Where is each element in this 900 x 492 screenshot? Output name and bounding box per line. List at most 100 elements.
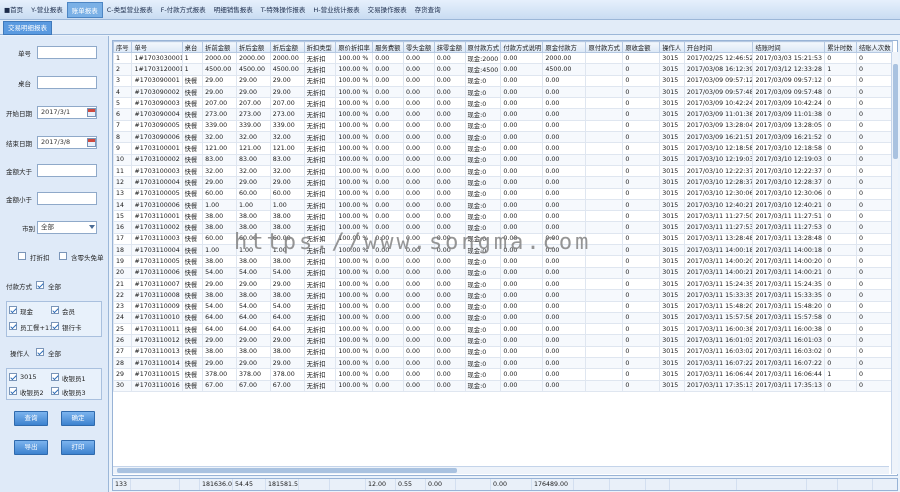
table-row[interactable]: 16 #1703110002 快餐 38.00 38.00 38.00 无折扣 100.00 …: [113, 221, 893, 234]
menu-item[interactable]: C-类型营业报表: [103, 2, 157, 18]
operator-all-checkbox[interactable]: [36, 348, 44, 356]
scroll-thumb[interactable]: [893, 64, 898, 159]
table-row[interactable]: 20 #1703110006 快餐 54.00 54.00 54.00 无折扣 100.00 …: [113, 266, 893, 279]
pay-option-checkbox[interactable]: [51, 306, 59, 314]
menu-item[interactable]: 交易操作报表: [364, 2, 411, 18]
vertical-scrollbar[interactable]: [891, 52, 898, 474]
table-row[interactable]: 27 #1703110013 快餐 38.00 38.00 38.00 无折扣 100.00 …: [113, 345, 893, 359]
print-button[interactable]: 打印: [61, 440, 95, 455]
end-date-input[interactable]: 2017/3/8: [37, 136, 97, 149]
column-header[interactable]: 付款方式说明: [500, 41, 544, 53]
column-header[interactable]: 原价折扣率: [335, 41, 374, 53]
horizontal-scrollbar[interactable]: [113, 466, 889, 474]
column-header[interactable]: 原收金额: [622, 41, 661, 53]
table-row[interactable]: 2 1#1703120001 1 4500.00 4500.00 4500.00 无折扣 10…: [113, 63, 893, 76]
column-header[interactable]: 序号: [113, 41, 133, 53]
table-row[interactable]: 11 #1703100003 快餐 32.00 32.00 32.00 无折扣 100.00 …: [113, 164, 893, 178]
table-row[interactable]: 15 #1703110001 快餐 38.00 38.00 38.00 无折扣 100.00 …: [113, 210, 893, 223]
table-row[interactable]: 8 #1703090006 快餐 32.00 32.00 32.00 无折扣 100.00 %…: [113, 131, 893, 144]
table-row[interactable]: 25 #1703110011 快餐 64.00 64.00 64.00 无折扣 100.00 …: [113, 323, 893, 336]
table-row[interactable]: 22 #1703110008 快餐 38.00 38.00 38.00 无折扣 100.00 …: [113, 289, 893, 302]
table-cell: 快餐: [181, 300, 204, 313]
table-cell: 0.00: [403, 142, 435, 155]
table-no-input[interactable]: [37, 76, 97, 89]
table-row[interactable]: 24 #1703110010 快餐 64.00 64.00 64.00 无折扣 100.00 …: [113, 311, 893, 325]
menu-item[interactable]: ■首页: [0, 2, 27, 18]
column-header[interactable]: 累计时数: [824, 41, 857, 53]
table-row[interactable]: 18 #1703110004 快餐 1.00 1.00 1.00 无折扣 100.00 % 0.…: [113, 244, 893, 257]
table-row[interactable]: 4 #1703090002 快餐 29.00 29.00 29.00 无折扣 100.00 %…: [113, 85, 893, 99]
menu-item[interactable]: T-特殊操作报表: [257, 2, 310, 18]
pay-option-label: 银行卡: [62, 324, 82, 332]
table-row[interactable]: 17 #1703110003 快餐 60.00 60.00 60.00 无折扣 100.00 …: [113, 232, 893, 246]
menu-item[interactable]: 明细销售报表: [210, 2, 257, 18]
menu-item[interactable]: Y-营业报表: [27, 2, 67, 18]
column-header[interactable]: 开台时间: [683, 41, 754, 53]
column-header[interactable]: 桌台: [181, 41, 204, 53]
table-row[interactable]: 12 #1703100004 快餐 29.00 29.00 29.00 无折扣 100.00 …: [113, 176, 893, 189]
amount-max-input[interactable]: [37, 192, 97, 205]
table-row[interactable]: 1 1#1703030001 1 2000.00 2000.00 2000.00 无折扣 10…: [113, 51, 893, 65]
table-row[interactable]: 7 #1703090005 快餐 339.00 339.00 339.00 无折扣 100.0…: [113, 119, 893, 133]
export-button[interactable]: 导出: [14, 440, 48, 455]
menu-item[interactable]: 存货查询: [411, 2, 445, 18]
free-checkbox[interactable]: [59, 252, 67, 260]
table-cell: 0.00: [372, 244, 404, 257]
table-row[interactable]: 14 #1703100006 快餐 1.00 1.00 1.00 无折扣 100.00 % 0.…: [113, 198, 893, 212]
table-row[interactable]: 13 #1703100005 快餐 60.00 60.00 60.00 无折扣 100.00 …: [113, 187, 893, 200]
pay-all-label: 全部: [48, 283, 61, 291]
query-button[interactable]: 查询: [14, 411, 48, 426]
table-row[interactable]: 21 #1703110007 快餐 29.00 29.00 29.00 无折扣 100.00 …: [113, 277, 893, 291]
menu-item[interactable]: 账单报表: [66, 1, 103, 18]
cashier-checkbox[interactable]: [51, 373, 59, 381]
pay-option-checkbox[interactable]: [9, 306, 17, 314]
column-header[interactable]: 服务费额: [372, 41, 404, 53]
table-cell: 100.00 %: [335, 255, 374, 268]
table-row[interactable]: 30 #1703110016 快餐 67.00 67.00 67.00 无折扣 100.00 …: [113, 379, 893, 392]
column-header[interactable]: 抹零金额: [433, 41, 466, 53]
column-header[interactable]: 结账人次数: [856, 41, 893, 53]
column-header[interactable]: 结账时间: [752, 41, 826, 53]
table-row[interactable]: 26 #1703110012 快餐 29.00 29.00 29.00 无折扣 100.00 …: [113, 334, 893, 347]
table-cell: 29.00: [202, 176, 237, 189]
table-row[interactable]: 6 #1703090004 快餐 273.00 273.00 273.00 无折扣 100.0…: [113, 108, 893, 121]
pay-all-checkbox[interactable]: [36, 281, 44, 289]
column-header[interactable]: 折后金额: [235, 41, 271, 53]
table-row[interactable]: 29 #1703110015 快餐 378.00 378.00 378.00 无折扣 100.…: [113, 368, 893, 381]
column-header[interactable]: 原金付款方: [542, 41, 587, 53]
table-row[interactable]: 28 #1703110014 快餐 29.00 29.00 29.00 无折扣 100.00 …: [113, 357, 893, 370]
cashier-checkbox[interactable]: [9, 373, 17, 381]
calendar-icon[interactable]: [87, 108, 96, 117]
confirm-button[interactable]: 确定: [61, 411, 95, 426]
table-cell: 100.00 %: [335, 187, 374, 200]
column-header[interactable]: 操作人: [659, 41, 685, 53]
tab-transaction-detail[interactable]: 交易明细报表: [3, 21, 52, 35]
start-date-input[interactable]: 2017/3/1: [37, 106, 97, 119]
market-select[interactable]: 全部: [37, 221, 97, 234]
cashier-checkbox[interactable]: [51, 387, 59, 395]
table-row[interactable]: 10 #1703100002 快餐 83.00 83.00 83.00 无折扣 100.00 …: [113, 153, 893, 166]
table-row[interactable]: 19 #1703110005 快餐 38.00 38.00 38.00 无折扣 100.00 …: [113, 255, 893, 268]
table-row[interactable]: 9 #1703100001 快餐 121.00 121.00 121.00 无折扣 100.0…: [113, 142, 893, 155]
column-header[interactable]: 零头金额: [403, 41, 435, 53]
column-header[interactable]: 单号: [131, 41, 183, 53]
calendar-icon[interactable]: [87, 138, 96, 147]
column-header[interactable]: 折扣类型: [303, 41, 337, 53]
column-header[interactable]: 折后金额: [269, 41, 305, 53]
column-header[interactable]: 折前金额: [202, 41, 237, 53]
table-row[interactable]: 5 #1703090003 快餐 207.00 207.00 207.00 无折扣 100.0…: [113, 97, 893, 110]
pay-option-checkbox[interactable]: [9, 322, 17, 330]
discount-checkbox[interactable]: [18, 252, 26, 260]
amount-min-input[interactable]: [37, 164, 97, 177]
column-header[interactable]: 原付款方式: [585, 41, 624, 53]
column-header[interactable]: 原付款方式: [464, 41, 502, 53]
table-cell: 2017/03/11 16:01:03: [752, 334, 826, 347]
menu-item[interactable]: F-付款方式报表: [157, 2, 210, 18]
table-row[interactable]: 3 #1703090001 快餐 29.00 29.00 29.00 无折扣 100.00 %…: [113, 74, 893, 87]
scroll-thumb[interactable]: [117, 468, 457, 473]
cashier-checkbox[interactable]: [9, 387, 17, 395]
menu-item[interactable]: H-营业统计报表: [309, 2, 363, 18]
order-no-input[interactable]: [37, 46, 97, 59]
table-row[interactable]: 23 #1703110009 快餐 54.00 54.00 54.00 无折扣 100.00 …: [113, 300, 893, 313]
pay-option-checkbox[interactable]: [51, 322, 59, 330]
